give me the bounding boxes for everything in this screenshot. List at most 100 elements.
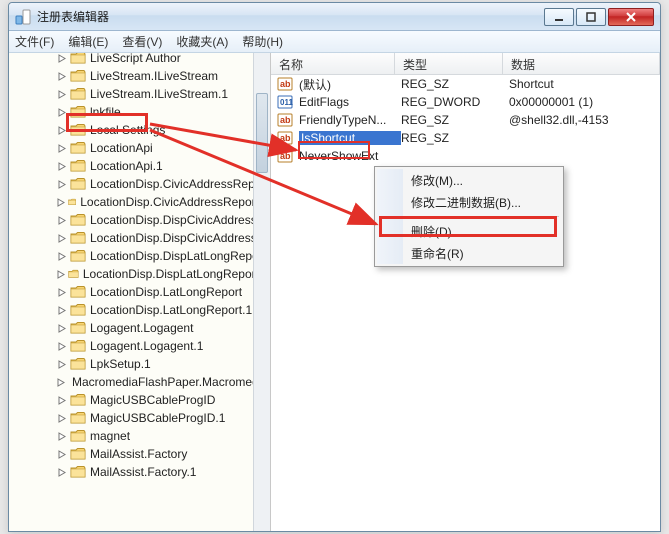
tree-item[interactable]: LocationDisp.LatLongReport (9, 283, 269, 301)
value-row[interactable]: ab(默认)REG_SZShortcut (271, 75, 660, 93)
folder-icon (68, 266, 79, 282)
tree-item[interactable]: lnkfile (9, 103, 269, 121)
menu-favorites[interactable]: 收藏夹(A) (176, 33, 228, 50)
value-name: (默认) (299, 76, 401, 93)
tree-item[interactable]: LiveStream.ILiveStream (9, 67, 269, 85)
col-name[interactable]: 名称 (271, 53, 395, 74)
value-row[interactable]: abNeverShowExt (271, 147, 660, 165)
tree-item-label: LocationDisp.DispCivicAddress.1 (90, 231, 267, 245)
expand-icon[interactable] (57, 233, 68, 244)
expand-icon[interactable] (57, 467, 68, 478)
ctx-modify-binary[interactable]: 修改二进制数据(B)... (377, 191, 561, 213)
tree-item[interactable]: MagicUSBCableProgID.1 (9, 409, 269, 427)
ctx-rename[interactable]: 重命名(R) (377, 242, 561, 264)
expand-icon[interactable] (57, 305, 68, 316)
expand-icon[interactable] (57, 323, 68, 334)
tree-item[interactable]: Logagent.Logagent.1 (9, 337, 269, 355)
value-row[interactable]: abIsShortcutREG_SZ (271, 129, 660, 147)
tree-item[interactable]: LocationDisp.DispCivicAddress (9, 211, 269, 229)
expand-icon[interactable] (57, 179, 68, 190)
close-button[interactable] (608, 8, 654, 26)
expand-icon[interactable] (57, 215, 68, 226)
tree-item[interactable]: Logagent.Logagent (9, 319, 269, 337)
tree-item-label: lnkfile (90, 105, 121, 119)
tree-item[interactable]: LocationApi.1 (9, 157, 269, 175)
menu-file[interactable]: 文件(F) (15, 33, 54, 50)
value-header[interactable]: 名称 类型 数据 (271, 53, 660, 75)
expand-icon[interactable] (57, 89, 68, 100)
scrollbar-thumb[interactable] (256, 93, 268, 173)
expand-icon[interactable] (57, 161, 68, 172)
ctx-delete[interactable]: 删除(D) (377, 220, 561, 242)
value-type: REG_SZ (401, 77, 509, 91)
tree-item-label: LocationDisp.DispLatLongReport (90, 249, 266, 263)
expand-icon[interactable] (57, 197, 66, 208)
tree-item[interactable]: MailAssist.Factory.1 (9, 463, 269, 481)
value-name: EditFlags (299, 95, 401, 109)
expand-icon[interactable] (57, 251, 68, 262)
ctx-separator (407, 216, 559, 217)
folder-icon (70, 176, 86, 192)
menu-edit[interactable]: 编辑(E) (68, 33, 108, 50)
tree-item-label: LocationApi.1 (90, 159, 163, 173)
tree-item[interactable]: LocationApi (9, 139, 269, 157)
col-type[interactable]: 类型 (395, 53, 503, 74)
folder-icon (70, 248, 86, 264)
value-name: IsShortcut (299, 131, 401, 145)
tree-item[interactable]: LocationDisp.DispLatLongReport.1 (9, 265, 269, 283)
tree-item[interactable]: magnet (9, 427, 269, 445)
expand-icon[interactable] (57, 341, 68, 352)
window-title: 注册表编辑器 (37, 8, 544, 25)
expand-icon[interactable] (57, 71, 68, 82)
folder-icon (70, 68, 86, 84)
registry-editor-window: 注册表编辑器 文件(F) 编辑(E) 查看(V) 收藏夹(A) 帮助(H) Li… (8, 2, 661, 532)
expand-icon[interactable] (57, 395, 68, 406)
ctx-modify[interactable]: 修改(M)... (377, 169, 561, 191)
tree-item[interactable]: LiveStream.ILiveStream.1 (9, 85, 269, 103)
menubar[interactable]: 文件(F) 编辑(E) 查看(V) 收藏夹(A) 帮助(H) (9, 31, 660, 53)
expand-icon[interactable] (57, 125, 68, 136)
expand-icon[interactable] (57, 107, 68, 118)
expand-icon[interactable] (57, 413, 68, 424)
folder-icon (70, 230, 86, 246)
tree-item-label: LiveStream.ILiveStream.1 (90, 87, 228, 101)
tree-item[interactable]: MagicUSBCableProgID (9, 391, 269, 409)
tree-item[interactable]: MacromediaFlashPaper.MacromediaFlashPape… (9, 373, 269, 391)
minimize-button[interactable] (544, 8, 574, 26)
tree-scrollbar[interactable] (253, 53, 270, 531)
tree-item[interactable]: LocationDisp.CivicAddressReport.1 (9, 193, 269, 211)
expand-icon[interactable] (57, 377, 66, 388)
expand-icon[interactable] (57, 449, 68, 460)
tree-item-label: LiveStream.ILiveStream (90, 69, 218, 83)
tree-item[interactable]: LocationDisp.CivicAddressReport (9, 175, 269, 193)
expand-icon[interactable] (57, 143, 68, 154)
tree-item[interactable]: Local Settings (9, 121, 269, 139)
tree-item[interactable]: LocationDisp.DispCivicAddress.1 (9, 229, 269, 247)
expand-icon[interactable] (57, 431, 68, 442)
value-pane[interactable]: 名称 类型 数据 ab(默认)REG_SZShortcut011EditFlag… (271, 53, 660, 531)
tree-item-label: LocationDisp.CivicAddressReport (90, 177, 269, 191)
folder-icon (70, 53, 86, 66)
tree-item[interactable]: LocationDisp.LatLongReport.1 (9, 301, 269, 319)
menu-help[interactable]: 帮助(H) (242, 33, 283, 50)
tree-item[interactable]: LiveScript Author (9, 53, 269, 67)
expand-icon[interactable] (57, 287, 68, 298)
reg-string-icon: ab (277, 112, 293, 128)
folder-icon (70, 446, 86, 462)
value-row[interactable]: abFriendlyTypeN...REG_SZ@shell32.dll,-41… (271, 111, 660, 129)
titlebar[interactable]: 注册表编辑器 (9, 3, 660, 31)
folder-icon (70, 140, 86, 156)
expand-icon[interactable] (57, 53, 68, 64)
tree-item[interactable]: MailAssist.Factory (9, 445, 269, 463)
col-data[interactable]: 数据 (503, 53, 660, 74)
tree-pane[interactable]: LiveScript Author LiveStream.ILiveStream L… (9, 53, 271, 531)
maximize-button[interactable] (576, 8, 606, 26)
expand-icon[interactable] (57, 269, 66, 280)
tree-item[interactable]: LocationDisp.DispLatLongReport (9, 247, 269, 265)
value-data: 0x00000001 (1) (509, 95, 660, 109)
value-row[interactable]: 011EditFlagsREG_DWORD0x00000001 (1) (271, 93, 660, 111)
menu-view[interactable]: 查看(V) (122, 33, 162, 50)
context-menu[interactable]: 修改(M)... 修改二进制数据(B)... 删除(D) 重命名(R) (374, 166, 564, 267)
tree-item[interactable]: LpkSetup.1 (9, 355, 269, 373)
expand-icon[interactable] (57, 359, 68, 370)
